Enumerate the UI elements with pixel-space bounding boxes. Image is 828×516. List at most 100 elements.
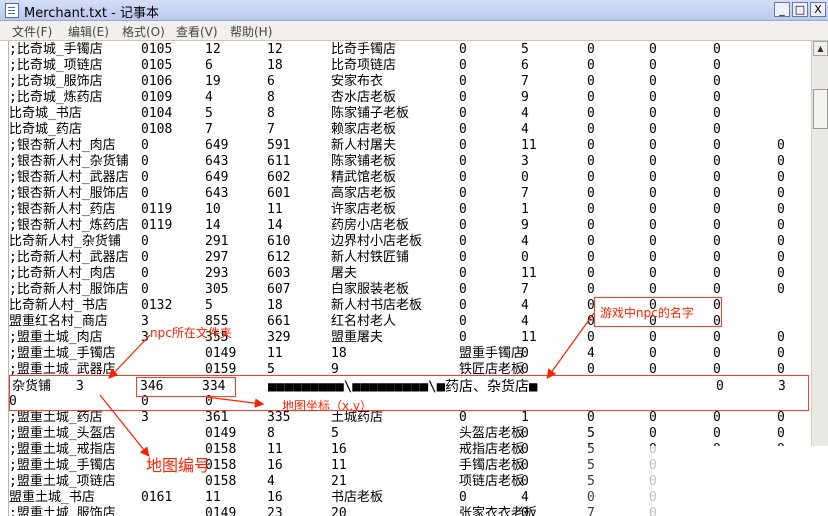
text-cell: 0: [521, 426, 529, 441]
text-cell: 比奇项链店: [331, 58, 397, 73]
text-cell: 盟重手镯店: [459, 346, 525, 361]
text-cell: 20: [331, 506, 347, 516]
text-cell: 5: [331, 426, 339, 441]
text-cell: 盟重屠夫: [331, 330, 384, 345]
text-cell: 0: [713, 234, 721, 249]
text-cell: ;比奇新人村_武器店: [9, 250, 129, 265]
text-cell: 0: [649, 410, 657, 425]
text-cell: 0105: [141, 58, 173, 73]
text-cell: 0: [649, 122, 657, 137]
text-cell: 0: [459, 202, 467, 217]
text-cell: 0149: [205, 426, 237, 441]
text-cell: 0: [141, 282, 149, 297]
text-cell: 0: [587, 186, 595, 201]
text-cell: 0108: [141, 122, 173, 137]
text-cell: 比奇新人村_书店: [9, 298, 108, 313]
text-cell: 赖家店老板: [331, 122, 397, 137]
text-cell: 0: [777, 250, 785, 265]
text-cell: 0: [777, 138, 785, 153]
text-cell: ;盟重土城_项链店: [9, 474, 116, 489]
text-line: ;盟重土城_手镯店 0149 11 18 盟重手镯店 0 4 0 0 0: [9, 346, 809, 362]
minimize-button[interactable]: _: [774, 2, 790, 17]
text-cell: 12: [205, 42, 221, 57]
scroll-thumb[interactable]: [813, 89, 828, 129]
text-cell: 盟重红名村_商店: [9, 314, 108, 329]
text-line: ;比奇新人村_服饰店 0 305 607 白家服装老板 0 7 0 0 0 0: [9, 282, 809, 298]
text-cell: 305: [205, 282, 229, 297]
text-cell: 0: [459, 106, 467, 121]
text-cell: 精武馆老板: [331, 170, 397, 185]
text-editor-area[interactable]: ;比奇城_手镯店 0105 12 12 比奇手镯店 0 5 0 0 0 ;比奇城_项链店 0105 6 1…: [8, 41, 811, 516]
text-cell: 头盔店老板: [459, 426, 525, 441]
text-cell: 4: [267, 474, 275, 489]
notepad-icon[interactable]: [5, 3, 19, 18]
menu-format[interactable]: 格式(O): [122, 23, 165, 40]
text-cell: 603: [267, 266, 291, 281]
window-titlebar[interactable]: Merchant.txt - 记事本 _ □ X: [0, 0, 828, 21]
text-cell: ;银杏新人村_炼药店: [9, 218, 129, 233]
text-cell: 23: [267, 506, 283, 516]
text-cell: 0: [459, 74, 467, 89]
text-line: ;盟重土城_药店 3 361 335 土城药店 0 1 0 0 0 0: [9, 410, 809, 426]
text-cell: 0: [649, 42, 657, 57]
text-cell: 643: [205, 186, 229, 201]
menu-view[interactable]: 查看(V): [176, 23, 218, 40]
text-cell: 291: [205, 234, 229, 249]
text-cell: 4: [521, 106, 529, 121]
text-cell: 0: [713, 186, 721, 201]
text-cell: 0: [587, 42, 595, 57]
text-cell: 10: [205, 202, 221, 217]
text-cell: 0: [459, 122, 467, 137]
text-cell: 新人村屠夫: [331, 138, 397, 153]
text-cell: 0: [141, 234, 149, 249]
close-button[interactable]: X: [810, 2, 826, 17]
text-cell: ;盟重土城_头盔店: [9, 426, 116, 441]
text-cell: ;盟重土城_手镯店: [9, 458, 116, 473]
text-cell: 0: [713, 42, 721, 57]
menu-help[interactable]: 帮助(H): [230, 23, 272, 40]
text-cell: 0132: [141, 298, 173, 313]
text-cell: 0: [587, 282, 595, 297]
text-cell: 7: [521, 282, 529, 297]
text-cell: 许家店老板: [331, 202, 397, 217]
vertical-scrollbar[interactable]: ▲: [811, 41, 828, 516]
text-cell: 361: [205, 410, 229, 425]
text-cell: 陈家铺子老板: [331, 106, 410, 121]
text-cell: 8: [267, 106, 275, 121]
text-cell: 0: [587, 58, 595, 73]
menu-file[interactable]: 文件(F): [12, 23, 52, 40]
text-cell: 0: [587, 138, 595, 153]
text-cell: 0105: [141, 42, 173, 57]
text-line: ;比奇城_炼药店 0109 4 8 杏水店老板 0 9 0 0 0: [9, 90, 809, 106]
text-cell: 18: [331, 346, 347, 361]
text-cell: 新人村书店老板: [331, 298, 423, 313]
text-cell: ;银杏新人村_服饰店: [9, 186, 129, 201]
text-line: 比奇城_书店 0104 5 8 陈家铺子老板 0 4 0 0 0: [9, 106, 809, 122]
text-cell: 手镯店老板: [459, 458, 525, 473]
text-cell: 0106: [141, 74, 173, 89]
text-cell: 0: [141, 250, 149, 265]
text-cell: 0: [713, 410, 721, 425]
text-cell: 591: [267, 138, 291, 153]
text-cell: 9: [521, 218, 529, 233]
text-line: ;银杏新人村_杂货铺 0 643 611 陈家铺老板 0 3 0 0 0 0: [9, 154, 809, 170]
text-cell: 0: [777, 330, 785, 345]
text-cell: 14: [205, 218, 221, 233]
text-cell: 3: [141, 314, 149, 329]
menu-edit[interactable]: 编辑(E): [68, 23, 109, 40]
text-cell: 0: [587, 330, 595, 345]
text-cell: 0: [777, 218, 785, 233]
corner-fade: [588, 446, 828, 516]
text-cell: 0: [649, 138, 657, 153]
text-cell: 5: [521, 42, 529, 57]
text-cell: ;比奇城_手镯店: [9, 42, 103, 57]
text-cell: 4: [521, 490, 529, 505]
maximize-button[interactable]: □: [792, 2, 808, 17]
scroll-up-icon[interactable]: ▲: [813, 41, 828, 56]
text-cell: 601: [267, 186, 291, 201]
text-cell: ;比奇城_炼药店: [9, 90, 103, 105]
text-cell: 3: [141, 410, 149, 425]
text-cell: 0: [649, 58, 657, 73]
text-cell: 11: [267, 346, 283, 361]
text-cell: 602: [267, 170, 291, 185]
